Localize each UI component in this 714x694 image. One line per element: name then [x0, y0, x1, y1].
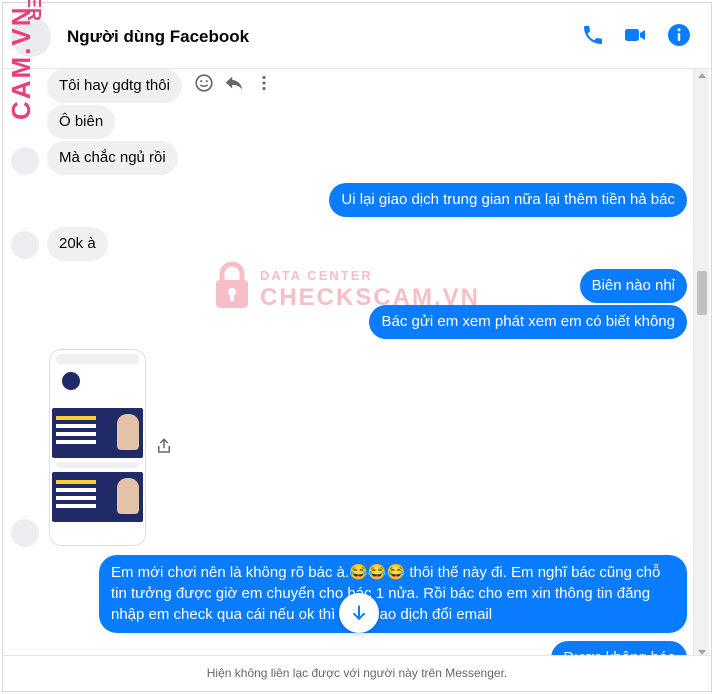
scroll-up-arrow-icon[interactable] — [698, 73, 706, 78]
watermark-side-top: ER — [24, 0, 44, 22]
emoji-react-icon[interactable] — [193, 72, 215, 94]
page-title[interactable]: Người dùng Facebook — [67, 27, 249, 47]
unavailable-notice: Hiện không liên lạc được với người này t… — [3, 655, 711, 691]
message-actions — [193, 71, 275, 95]
info-icon[interactable] — [667, 23, 691, 47]
avatar[interactable] — [11, 519, 39, 547]
message-bubble-incoming[interactable]: Tôi hay gdtg thôi — [47, 69, 182, 103]
video-call-icon[interactable] — [623, 23, 647, 47]
avatar[interactable] — [11, 231, 39, 259]
scroll-to-bottom-button[interactable] — [339, 593, 379, 633]
message-bubble-outgoing[interactable]: Ui lại giao dịch trung gian nữa lại thêm… — [329, 183, 687, 217]
share-icon[interactable] — [155, 437, 173, 455]
message-bubble-incoming[interactable]: Ô biên — [47, 105, 116, 139]
more-options-icon[interactable] — [253, 72, 275, 94]
message-bubble-incoming[interactable]: Mà chắc ngủ rồi — [47, 141, 178, 175]
message-bubble-outgoing[interactable]: Em mới chơi nên là không rõ bác à.😂😂😂 th… — [99, 555, 687, 633]
avatar[interactable] — [11, 147, 39, 175]
watermark-side-text: CAM.VN — [6, 5, 36, 120]
conversation-header: Người dùng Facebook — [3, 3, 711, 69]
messenger-window: Người dùng Facebook Tôi hay gdtg thôi Ô … — [2, 2, 712, 692]
phone-icon[interactable] — [581, 23, 605, 47]
scrollbar[interactable] — [693, 69, 709, 659]
image-attachment[interactable] — [49, 349, 146, 546]
scrollbar-thumb[interactable] — [697, 271, 707, 315]
message-bubble-incoming[interactable]: 20k à — [47, 227, 108, 261]
message-bubble-outgoing[interactable]: Bác gửi em xem phát xem em có biết không — [369, 305, 687, 339]
message-thread[interactable]: Tôi hay gdtg thôi Ô biên Mà chắc ngủ rồi… — [3, 69, 695, 657]
message-bubble-outgoing[interactable]: Biên nào nhỉ — [579, 269, 687, 303]
reply-icon[interactable] — [223, 72, 245, 94]
